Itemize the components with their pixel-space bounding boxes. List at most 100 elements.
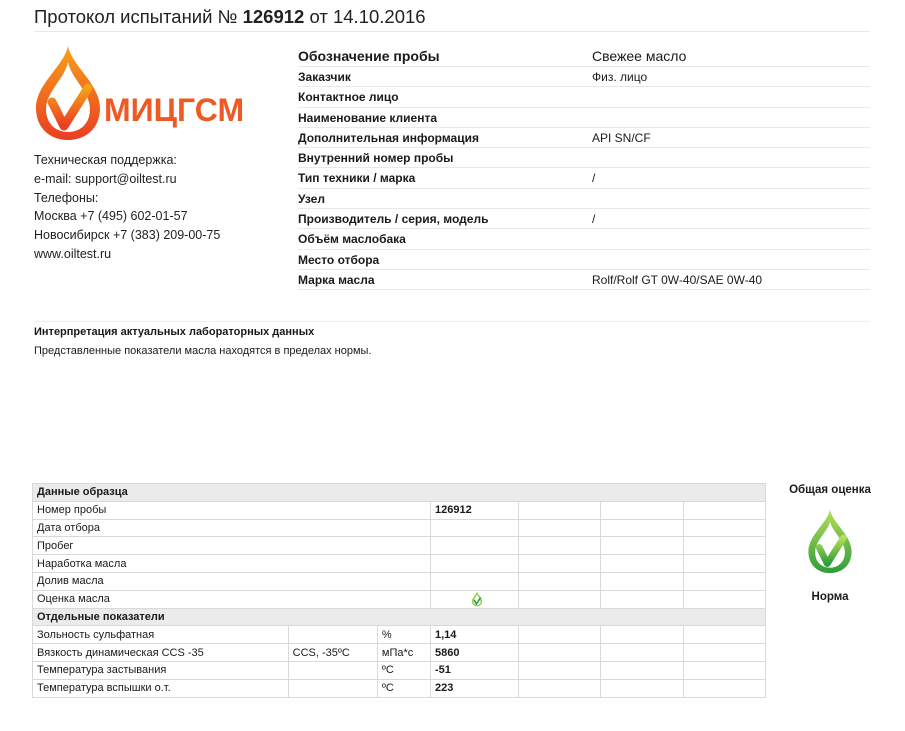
- empty-cell: [682, 536, 767, 556]
- table-row: Наработка масла: [32, 554, 767, 573]
- overall-assessment: Общая оценка Норма: [780, 484, 880, 603]
- info-label: Тип техники / марка: [298, 171, 416, 186]
- info-value: /: [592, 171, 596, 186]
- info-row: Производитель / серия, модель /: [298, 209, 870, 230]
- info-row: Дополнительная информация API SN/CF: [298, 128, 870, 149]
- indicator-label: Температура застывания: [32, 660, 289, 680]
- sample-info-header: Обозначение пробы Свежее масло: [298, 46, 870, 67]
- section-label: Данные образца: [32, 483, 766, 502]
- row-value: [429, 518, 520, 538]
- row-label: Дата отбора: [32, 518, 431, 538]
- row-label: Пробег: [32, 536, 431, 556]
- section-header-sample: Данные образца: [32, 483, 766, 502]
- support-label: Техническая поддержка:: [34, 153, 177, 167]
- empty-cell: [518, 678, 602, 698]
- row-value: [429, 554, 520, 573]
- table-row: Оценка масла: [32, 589, 767, 609]
- date-prefix: от: [309, 6, 328, 27]
- indicator-unit: %: [376, 625, 432, 645]
- empty-cell: [600, 500, 684, 520]
- table-row: Номер пробы 126912: [32, 500, 767, 520]
- empty-cell: [518, 589, 602, 609]
- info-row: Контактное лицо: [298, 87, 870, 108]
- empty-cell: [600, 678, 684, 698]
- contacts-block: Техническая поддержка: e-mail: support@o…: [34, 151, 220, 264]
- info-label: Объём маслобака: [298, 232, 406, 247]
- sample-designation-label: Обозначение пробы: [298, 48, 440, 64]
- empty-cell: [518, 554, 602, 573]
- indicator-label: Температура вспышки о.т.: [32, 678, 289, 698]
- interpretation-divider: [34, 321, 870, 322]
- info-value: Rolf/Rolf GT 0W-40/SAE 0W-40: [592, 272, 763, 287]
- indicator-unit: ºС: [376, 678, 432, 698]
- section-label: Отдельные показатели: [32, 607, 766, 627]
- empty-cell: [600, 536, 684, 556]
- empty-cell: [518, 625, 602, 645]
- indicator-value: -51: [429, 660, 520, 680]
- empty-cell: [518, 643, 602, 662]
- info-row: Наименование клиента: [298, 108, 870, 128]
- empty-cell: [682, 660, 767, 680]
- protocol-number: 126912: [242, 6, 305, 27]
- empty-cell: [600, 554, 684, 573]
- logo-wordmark: МИЦГСМ: [104, 92, 245, 128]
- info-row: Место отбора: [298, 250, 870, 270]
- empty-cell: [518, 571, 602, 591]
- green-drop-check-icon: [471, 591, 482, 607]
- empty-cell: [682, 643, 767, 662]
- protocol-date: 14.10.2016: [332, 6, 426, 27]
- phone-novosibirsk: Новосибирск +7 (383) 209-00-75: [34, 228, 221, 243]
- empty-cell: [682, 625, 767, 645]
- flame-drop-logo-icon: [36, 46, 100, 140]
- oil-rating-cell: [429, 589, 520, 609]
- info-row: Узел: [298, 189, 870, 210]
- table-row: Вязкость динамическая CCS -35 CCS, -35ºC…: [32, 643, 767, 662]
- sample-designation-value: Свежее масло: [592, 48, 687, 64]
- title-prefix: Протокол испытаний №: [34, 6, 238, 27]
- indicator-unit: ºС: [376, 660, 432, 680]
- table-row: Пробег: [32, 536, 767, 556]
- info-label: Производитель / серия, модель: [298, 212, 489, 227]
- row-value: 126912: [429, 500, 520, 520]
- row-value: [429, 536, 520, 556]
- indicator-method: [287, 678, 378, 698]
- row-label: Оценка масла: [32, 589, 431, 609]
- phones-label: Телефоны:: [34, 190, 99, 205]
- info-value: /: [592, 212, 596, 227]
- info-label: Внутренний номер пробы: [298, 151, 454, 166]
- info-value: Физ. лицо: [592, 70, 648, 84]
- info-label: Наименование клиента: [298, 110, 437, 125]
- results-table: Данные образца Номер пробы 126912 Дата о…: [32, 483, 767, 698]
- empty-cell: [518, 536, 602, 556]
- title-divider: [34, 31, 870, 32]
- website-link[interactable]: www.oiltest.ru: [34, 245, 220, 264]
- empty-cell: [600, 589, 684, 609]
- indicator-method: [287, 660, 378, 680]
- info-label: Контактное лицо: [298, 90, 399, 105]
- table-row: Температура вспышки о.т. ºС 223: [32, 678, 767, 698]
- info-row: Марка масла Rolf/Rolf GT 0W-40/SAE 0W-40: [298, 270, 870, 291]
- overall-label: Общая оценка: [789, 484, 871, 496]
- empty-cell: [682, 589, 767, 609]
- indicator-label: Зольность сульфатная: [32, 625, 289, 645]
- row-label: Номер пробы: [32, 500, 431, 520]
- info-value: API SN/CF: [592, 130, 651, 145]
- empty-cell: [518, 660, 602, 680]
- info-label: Марка масла: [298, 272, 375, 287]
- info-row: Тип техники / марка /: [298, 168, 870, 189]
- info-row: Объём маслобака: [298, 229, 870, 250]
- row-label: Наработка масла: [32, 554, 431, 573]
- empty-cell: [600, 643, 684, 662]
- empty-cell: [682, 500, 767, 520]
- support-email[interactable]: e-mail: support@oiltest.ru: [34, 170, 220, 189]
- empty-cell: [600, 571, 684, 591]
- info-label: Место отбора: [298, 252, 380, 267]
- table-row: Зольность сульфатная % 1,14: [32, 625, 767, 645]
- empty-cell: [518, 500, 602, 520]
- empty-cell: [682, 678, 767, 698]
- indicator-value: 223: [429, 678, 520, 698]
- info-label: Заказчик: [298, 70, 351, 84]
- empty-cell: [682, 554, 767, 573]
- indicator-label: Вязкость динамическая CCS -35: [32, 643, 289, 662]
- table-row: Дата отбора: [32, 518, 767, 538]
